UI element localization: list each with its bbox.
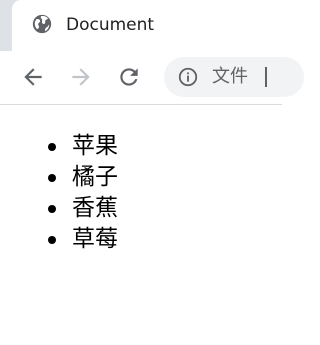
back-arrow-icon[interactable] [20,64,46,90]
bullet-icon [48,174,56,182]
list-item: 苹果 [0,131,118,162]
tab-title: Document [66,15,155,35]
list-item: 草莓 [0,224,118,255]
tab-strip: Document [0,0,282,51]
list-item-label: 苹果 [72,133,118,159]
list-item-label: 香蕉 [72,195,118,221]
list-item-label: 草莓 [72,226,118,252]
tab-document[interactable]: Document [12,0,282,51]
list-item: 橘子 [0,162,118,193]
bullet-icon [48,143,56,151]
list-item: 香蕉 [0,193,118,224]
address-divider [265,67,267,87]
forward-arrow-icon[interactable] [68,64,94,90]
browser-chrome: Document 文件 [0,0,304,105]
reload-icon[interactable] [116,64,142,90]
address-bar[interactable]: 文件 [164,57,304,97]
fruit-list: 苹果 橘子 香蕉 草莓 [0,131,118,255]
page-content: 苹果 橘子 香蕉 草莓 [0,105,282,345]
list-item-label: 橘子 [72,164,118,190]
toolbar: 文件 [0,51,304,105]
bullet-icon [48,205,56,213]
address-text: 文件 [212,66,248,87]
globe-icon [32,14,52,34]
bullet-icon [48,236,56,244]
info-icon[interactable] [177,66,199,88]
